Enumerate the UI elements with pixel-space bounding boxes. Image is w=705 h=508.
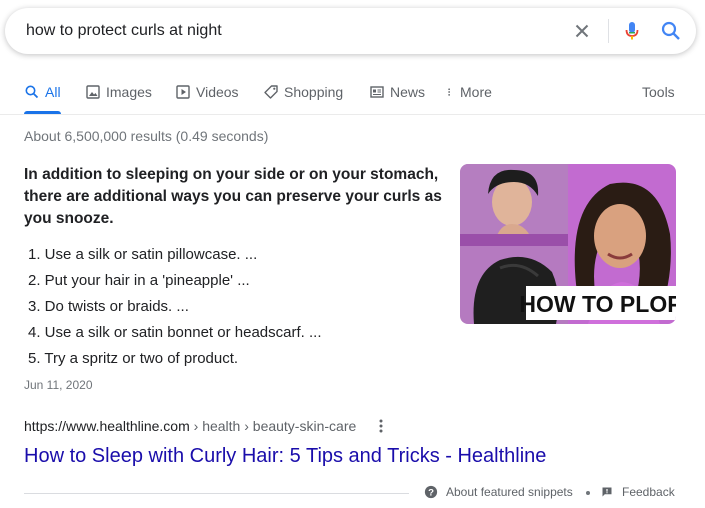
result-url[interactable]: https://www.healthline.com › health › be…	[24, 418, 356, 434]
tab-label: All	[45, 84, 61, 100]
result-url-base: https://www.healthline.com	[24, 418, 190, 434]
search-icon	[25, 85, 39, 99]
about-featured-snippets-link[interactable]: ? About featured snippets	[424, 485, 573, 499]
featured-snippet-thumbnail[interactable]: HOW TO PLOP	[460, 164, 676, 324]
search-tabs: All Images Videos Shopping News More Too…	[0, 76, 705, 114]
tab-label: News	[390, 84, 426, 100]
tag-icon	[264, 85, 278, 99]
tab-more[interactable]: More	[446, 76, 492, 114]
list-item: 2. Put your hair in a 'pineapple' ...	[28, 272, 250, 289]
feedback-icon	[602, 487, 612, 497]
result-url-path: › health › beauty-skin-care	[189, 418, 357, 434]
featured-snippet-list: 1. Use a silk or satin pillowcase. ... 2…	[28, 242, 448, 372]
tools-button[interactable]: Tools	[642, 76, 675, 114]
feedback-label: Feedback	[622, 485, 675, 499]
microphone-icon[interactable]	[620, 19, 644, 43]
tab-label: Images	[106, 84, 152, 100]
svg-text:?: ?	[428, 488, 434, 499]
newspaper-icon	[370, 86, 384, 98]
result-title-link[interactable]: How to Sleep with Curly Hair: 5 Tips and…	[24, 443, 546, 469]
list-item: 4. Use a silk or satin bonnet or headsca…	[28, 324, 322, 341]
tab-news[interactable]: News	[369, 76, 425, 114]
thumbnail-caption: HOW TO PLOP	[519, 291, 676, 317]
tools-label: Tools	[642, 84, 675, 100]
tab-videos[interactable]: Videos	[175, 76, 239, 114]
dots-vertical-icon	[448, 88, 450, 96]
tab-shopping[interactable]: Shopping	[263, 76, 343, 114]
tab-all[interactable]: All	[24, 76, 61, 114]
tab-images[interactable]: Images	[85, 76, 152, 114]
search-icon[interactable]	[659, 19, 683, 43]
snippet-divider	[24, 493, 409, 494]
result-stats: About 6,500,000 results (0.49 seconds)	[24, 128, 269, 144]
list-item: 3. Do twists or braids. ...	[28, 298, 189, 315]
featured-snippet-heading: In addition to sleeping on your side or …	[24, 166, 442, 227]
list-item: 1. Use a silk or satin pillowcase. ...	[28, 246, 258, 263]
list-item: 5. Try a spritz or two of product.	[28, 350, 239, 367]
close-icon[interactable]	[571, 20, 593, 42]
search-bar-divider	[608, 19, 609, 43]
tabs-divider	[0, 114, 705, 115]
search-bar	[5, 8, 696, 54]
help-icon: ?	[424, 485, 438, 499]
footer-separator	[586, 491, 590, 495]
feedback-link[interactable]: Feedback	[601, 485, 675, 499]
video-icon	[176, 85, 190, 99]
tab-label: More	[460, 84, 492, 100]
tab-label: Shopping	[284, 84, 344, 100]
snippet-date: Jun 11, 2020	[24, 378, 93, 392]
more-options-icon[interactable]	[374, 418, 388, 436]
tab-label: Videos	[196, 84, 239, 100]
search-input[interactable]	[26, 8, 546, 54]
about-featured-snippets-label: About featured snippets	[446, 485, 573, 499]
image-icon	[86, 85, 100, 99]
